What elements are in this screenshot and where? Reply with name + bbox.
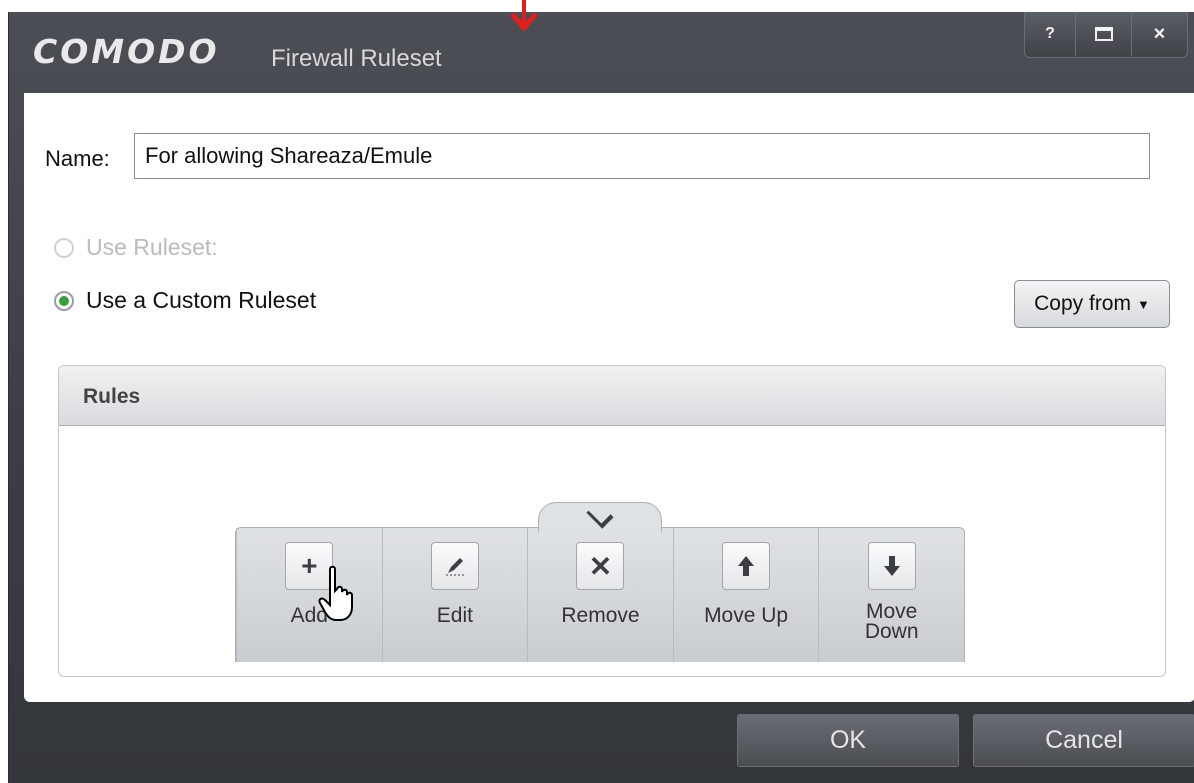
use-ruleset-option[interactable]: Use Ruleset:	[54, 234, 218, 261]
rules-header: Rules	[59, 366, 1165, 426]
arrow-up-icon	[722, 542, 771, 590]
hand-cursor-icon	[318, 565, 353, 621]
chevron-down-icon	[586, 500, 614, 529]
dialog-window: COMODO Firewall Ruleset ? × Name: For al…	[8, 12, 1194, 783]
annotation-arrow-icon	[510, 0, 538, 32]
ok-button[interactable]: OK	[737, 714, 959, 767]
move-down-button[interactable]: Move Down	[818, 528, 964, 662]
toolbar-collapse-tab[interactable]	[538, 500, 662, 532]
remove-rule-button[interactable]: ✕ Remove	[527, 528, 673, 662]
maximize-icon	[1094, 27, 1113, 41]
copy-from-label: Copy from	[1034, 292, 1131, 315]
edit-label: Edit	[436, 604, 473, 627]
arrow-down-icon	[867, 542, 916, 590]
remove-label: Remove	[561, 604, 640, 627]
window-controls: ? ×	[1024, 12, 1188, 58]
name-label: Name:	[45, 146, 110, 171]
use-ruleset-radio[interactable]	[54, 237, 74, 258]
comodo-logo: COMODO	[33, 32, 220, 71]
title-bar: COMODO Firewall Ruleset ? ×	[9, 12, 1194, 92]
help-button[interactable]: ?	[1025, 12, 1075, 56]
caret-down-icon: ▼	[1136, 296, 1150, 312]
move-down-label: Move Down	[864, 600, 919, 643]
name-field[interactable]: For allowing Shareaza/Emule	[134, 133, 1150, 179]
x-icon: ✕	[576, 542, 625, 590]
use-ruleset-label: Use Ruleset:	[86, 234, 218, 260]
use-custom-ruleset-label: Use a Custom Ruleset	[86, 287, 317, 313]
use-custom-ruleset-option[interactable]: Use a Custom Ruleset	[54, 287, 316, 314]
move-up-button[interactable]: Move Up	[672, 528, 819, 662]
dialog-title: Firewall Ruleset	[271, 45, 442, 72]
close-button[interactable]: ×	[1131, 12, 1187, 56]
radio-selected-dot	[59, 295, 69, 306]
move-up-label: Move Up	[704, 604, 789, 627]
cancel-button[interactable]: Cancel	[973, 714, 1194, 767]
copy-from-button[interactable]: Copy from ▼	[1014, 280, 1170, 328]
edit-rule-button[interactable]: Edit	[381, 528, 528, 662]
pencil-icon	[430, 542, 479, 590]
use-custom-ruleset-radio[interactable]	[54, 290, 74, 311]
maximize-button[interactable]	[1075, 12, 1131, 56]
